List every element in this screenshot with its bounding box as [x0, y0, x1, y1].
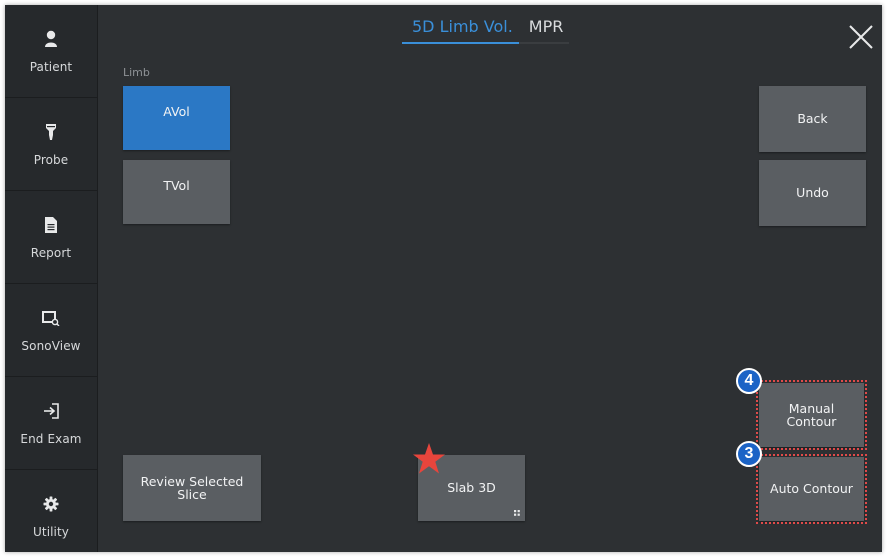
probe-icon [40, 121, 62, 143]
sonoview-icon [40, 307, 62, 329]
tab-5d-limb-vol[interactable]: 5D Limb Vol. [402, 17, 519, 44]
sidebar-item-label: Probe [33, 153, 69, 167]
back-button[interactable]: Back [759, 86, 866, 152]
sidebar-item-report[interactable]: Report [5, 191, 97, 284]
sidebar-item-sonoview[interactable]: SonoView [5, 284, 97, 377]
sidebar-item-label: Report [30, 246, 72, 260]
sidebar: Patient Probe Report SonoView End Exam U… [5, 5, 98, 552]
tab-mpr[interactable]: MPR [518, 17, 570, 44]
ultrasound-touch-panel: Patient Probe Report SonoView End Exam U… [5, 5, 882, 552]
sidebar-item-utility[interactable]: Utility [5, 470, 97, 552]
section-label-limb: Limb [123, 66, 150, 79]
manual-contour-button[interactable]: Manual Contour [759, 383, 864, 447]
auto-contour-button[interactable]: Auto Contour [759, 457, 864, 521]
end-exam-icon [40, 400, 62, 422]
tvol-button[interactable]: TVol [123, 160, 230, 224]
sidebar-item-label: SonoView [21, 339, 81, 353]
step-badge-4: 4 [736, 368, 762, 394]
step-badge-3: 3 [736, 441, 762, 467]
tab-bar: 5D Limb Vol. MPR [402, 17, 570, 44]
review-selected-slice-button[interactable]: Review Selected Slice [123, 455, 261, 521]
sidebar-item-probe[interactable]: Probe [5, 98, 97, 191]
gear-icon [40, 493, 62, 515]
sidebar-item-patient[interactable]: Patient [5, 5, 97, 98]
sidebar-item-label: Utility [33, 525, 69, 539]
close-icon [849, 25, 873, 49]
sidebar-item-label: Patient [29, 60, 73, 74]
undo-button[interactable]: Undo [759, 160, 866, 226]
close-button[interactable] [846, 22, 876, 52]
avol-button[interactable]: AVol [123, 86, 230, 150]
report-icon [40, 214, 62, 236]
sidebar-item-label: End Exam [20, 432, 82, 446]
sidebar-item-end-exam[interactable]: End Exam [5, 377, 97, 470]
star-icon [413, 443, 445, 474]
slab-3d-label: Slab 3D [447, 480, 496, 496]
patient-icon [40, 28, 62, 50]
more-options-icon [514, 510, 520, 516]
